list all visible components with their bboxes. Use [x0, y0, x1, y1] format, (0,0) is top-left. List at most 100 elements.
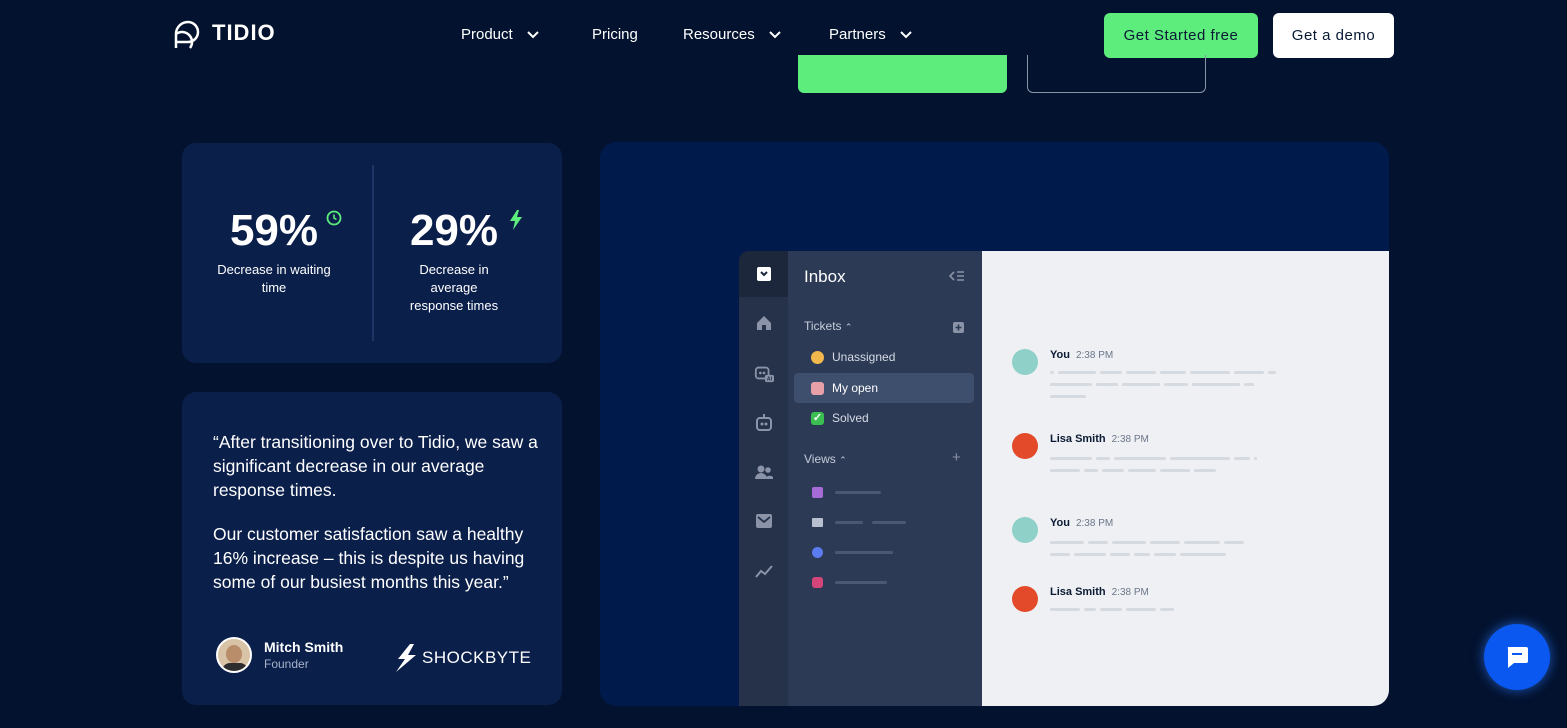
testimonial-card: “After transitioning over to Tidio, we s…: [182, 392, 562, 705]
chat-launcher-button[interactable]: [1484, 624, 1550, 690]
svg-text:AI: AI: [767, 377, 773, 383]
product-preview-panel: AI Inbox Tickets ⌃ Unassigned My open ✓ …: [600, 142, 1389, 706]
company-name: SHOCKBYTE: [422, 648, 532, 667]
shop-icon: [812, 487, 823, 499]
ticket-item-label: Solved: [832, 411, 869, 425]
chevron-up-icon: ⌃: [839, 455, 847, 465]
stat-waiting-time: 59% Decrease in waiting time: [206, 209, 342, 297]
lightning-icon: [510, 210, 522, 230]
message-header: You 2:38 PM: [1050, 517, 1113, 529]
mail-icon[interactable]: [754, 511, 774, 531]
message-author: You: [1050, 349, 1070, 361]
agent-avatar: [1012, 517, 1038, 543]
message-body: [1050, 371, 1276, 407]
chat-panel: You 2:38 PM Lisa Smith 2:38 PM You 2:38 …: [982, 251, 1389, 706]
clock-icon: [326, 210, 342, 226]
collapse-icon[interactable]: [949, 270, 965, 282]
message-time: 2:38 PM: [1075, 518, 1114, 529]
top-navigation: TIDIO Product Pricing Resources Partners…: [0, 0, 1567, 72]
nav-item-pricing[interactable]: Pricing: [592, 26, 638, 43]
views-section-label[interactable]: Views ⌃: [804, 452, 847, 466]
author-role: Founder: [264, 657, 309, 671]
home-icon[interactable]: [754, 313, 774, 333]
skeleton-line: [835, 521, 864, 525]
view-item[interactable]: [812, 514, 906, 532]
chevron-down-icon: [526, 30, 539, 38]
author-name: Mitch Smith: [264, 639, 344, 655]
ai-bot-icon[interactable]: AI: [754, 363, 774, 383]
message-author: Lisa Smith: [1050, 433, 1106, 445]
view-item[interactable]: [812, 544, 894, 562]
tickets-section-label[interactable]: Tickets ⌃: [804, 319, 852, 333]
messenger-icon: [812, 547, 823, 559]
nav-item-resources[interactable]: Resources: [683, 26, 781, 43]
testimonial-author: Mitch Smith Founder: [216, 637, 343, 673]
nav-item-partners[interactable]: Partners: [829, 26, 912, 43]
tidio-logo[interactable]: TIDIO: [170, 16, 276, 50]
get-demo-button[interactable]: Get a demo: [1273, 13, 1394, 58]
skeleton-line: [835, 581, 888, 585]
inbox-sidebar: Inbox Tickets ⌃ Unassigned My open ✓ Sol…: [788, 251, 982, 706]
customer-avatar: [1012, 433, 1038, 459]
ticket-item-label: My open: [832, 381, 879, 395]
bot-icon[interactable]: [754, 413, 774, 433]
contacts-icon[interactable]: [754, 462, 774, 482]
stats-divider: [372, 165, 374, 341]
skeleton-line: [835, 491, 882, 495]
chevron-up-icon: ⌃: [844, 322, 853, 332]
chevron-down-icon: [768, 30, 781, 38]
quote-paragraph: Our customer satisfaction saw a healthy …: [213, 524, 525, 592]
message-time: 2:38 PM: [1111, 434, 1149, 445]
chat-bubble-icon: [1507, 647, 1528, 668]
ticket-item-label: Unassigned: [832, 350, 896, 364]
instagram-icon: [812, 577, 823, 589]
view-item[interactable]: [812, 574, 888, 592]
stat-value: 29%: [409, 206, 499, 255]
ticket-item-unassigned[interactable]: Unassigned: [794, 342, 974, 372]
add-view-icon[interactable]: +: [952, 449, 961, 466]
agent-icon: [811, 381, 824, 395]
message-header: You 2:38 PM: [1050, 349, 1113, 361]
message-time: 2:38 PM: [1111, 587, 1149, 598]
customer-avatar: [1012, 586, 1038, 612]
ticket-item-my-open[interactable]: My open: [794, 373, 974, 403]
chevron-down-icon: [899, 30, 912, 38]
brand-name: TIDIO: [212, 20, 276, 45]
waving-hand-icon: [811, 350, 824, 364]
inbox-icon[interactable]: [754, 264, 774, 284]
message-time: 2:38 PM: [1075, 350, 1114, 361]
message-author: Lisa Smith: [1050, 586, 1106, 598]
get-started-button[interactable]: Get Started free: [1104, 13, 1258, 58]
app-icon-rail: AI: [739, 251, 788, 706]
view-item[interactable]: [812, 484, 882, 502]
author-avatar: [216, 637, 252, 673]
message-body: [1050, 608, 1174, 620]
book-icon: [812, 518, 823, 528]
stat-label: Decrease in waiting time: [217, 262, 331, 295]
hero-secondary-button[interactable]: [1027, 55, 1206, 93]
skeleton-line: [835, 551, 894, 555]
tidio-logo-icon: [174, 20, 200, 49]
analytics-icon[interactable]: [754, 561, 774, 581]
message-author: You: [1050, 517, 1070, 529]
shockbyte-bolt-icon: [396, 644, 416, 672]
message-body: [1050, 541, 1244, 565]
message-header: Lisa Smith 2:38 PM: [1050, 586, 1149, 598]
nav-item-label: Partners: [829, 26, 886, 43]
testimonial-quote: “After transitioning over to Tidio, we s…: [213, 430, 538, 594]
section-label-text: Views: [804, 452, 836, 466]
hero-primary-button[interactable]: [798, 55, 1007, 93]
ticket-item-solved[interactable]: ✓ Solved: [794, 403, 974, 433]
stat-label: Decrease in average response times: [409, 262, 499, 313]
message-body: [1050, 457, 1257, 481]
nav-item-product[interactable]: Product: [461, 26, 539, 43]
inbox-app-preview: AI Inbox Tickets ⌃ Unassigned My open ✓ …: [739, 251, 1389, 706]
company-logo: SHOCKBYTE: [394, 644, 531, 672]
stats-card: 59% Decrease in waiting time 29% Decreas…: [182, 143, 562, 363]
nav-item-label: Resources: [683, 26, 755, 43]
section-label-text: Tickets: [804, 319, 842, 333]
skeleton-line: [871, 521, 906, 525]
inbox-title: Inbox: [804, 267, 846, 286]
add-ticket-icon[interactable]: [953, 322, 964, 333]
quote-paragraph: “After transitioning over to Tidio, we s…: [213, 432, 538, 500]
